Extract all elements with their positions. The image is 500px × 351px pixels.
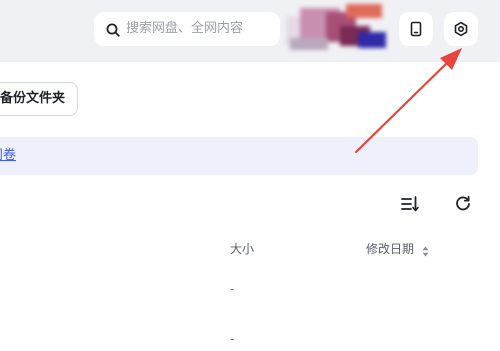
device-button[interactable] — [399, 12, 433, 46]
notice-banner: 问卷 — [0, 137, 478, 175]
table-row-size: - — [230, 282, 235, 296]
column-header-size[interactable]: 大小 — [230, 240, 254, 257]
refresh-icon — [454, 195, 472, 217]
survey-link[interactable]: 问卷 — [0, 137, 16, 175]
sort-list-icon — [400, 196, 420, 217]
refresh-button[interactable] — [454, 195, 472, 217]
blurred-user-info — [286, 4, 388, 52]
table-row-size: - — [230, 332, 235, 346]
search-placeholder: 搜索网盘、全网内容 — [126, 21, 244, 36]
backup-folder-button[interactable]: 备份文件夹 — [0, 82, 78, 116]
sort-list-button[interactable] — [400, 195, 420, 217]
sort-toggle-icon[interactable] — [422, 242, 429, 261]
column-header-modified-date[interactable]: 修改日期 — [366, 240, 414, 257]
search-box[interactable]: 搜索网盘、全网内容 — [94, 12, 280, 46]
backup-folder-label: 备份文件夹 — [0, 91, 65, 106]
settings-button[interactable] — [444, 12, 478, 46]
search-icon — [106, 22, 120, 41]
